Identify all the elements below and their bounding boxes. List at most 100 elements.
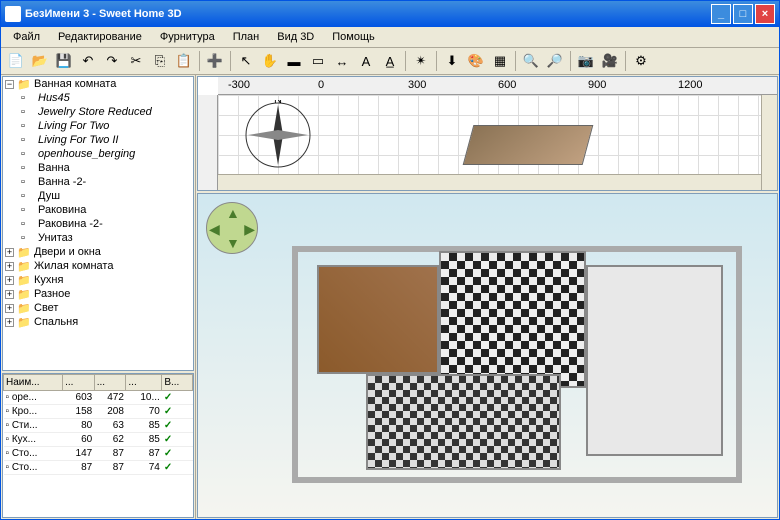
room-bedroom[interactable]: [317, 265, 439, 374]
tree-item[interactable]: ▫Living For Two II: [19, 133, 193, 147]
paste-icon[interactable]: 📋: [173, 50, 195, 72]
save-icon[interactable]: 💾: [53, 50, 75, 72]
tree-category-label[interactable]: Свет: [34, 302, 58, 314]
menu-план[interactable]: План: [225, 29, 268, 45]
plan-view[interactable]: -30003006009001200 N: [197, 76, 778, 191]
room-bath[interactable]: [366, 374, 562, 470]
menu-вид 3d[interactable]: Вид 3D: [269, 29, 322, 45]
table-row[interactable]: ▫ Сто...1478787✓: [4, 447, 193, 461]
tree-item-label[interactable]: openhouse_berging: [38, 148, 135, 160]
tree-category[interactable]: +📁Двери и окна: [3, 245, 193, 259]
zoom-in-icon[interactable]: 🔍: [520, 50, 542, 72]
tree-category[interactable]: +📁Разное: [3, 287, 193, 301]
tree-category[interactable]: +📁Жилая комната: [3, 259, 193, 273]
pan-icon[interactable]: ✋: [259, 50, 281, 72]
expand-icon[interactable]: +: [5, 304, 14, 313]
tree-item-label[interactable]: Living For Two: [38, 120, 109, 132]
floor-3d-render[interactable]: [268, 224, 757, 497]
column-header[interactable]: ...: [126, 375, 162, 391]
tree-item-label[interactable]: Hus45: [38, 92, 70, 104]
menu-фурнитура[interactable]: Фурнитура: [152, 29, 223, 45]
new-icon[interactable]: 📄: [5, 50, 27, 72]
maximize-button[interactable]: □: [733, 4, 753, 24]
tree-item[interactable]: ▫Ванна -2-: [19, 175, 193, 189]
table-row[interactable]: ▫ Кух...606285✓: [4, 433, 193, 447]
tree-category-label[interactable]: Жилая комната: [34, 260, 113, 272]
tree-category-label[interactable]: Разное: [34, 288, 70, 300]
tree-item-label[interactable]: Ванна -2-: [38, 176, 86, 188]
cell-visible[interactable]: ✓: [162, 419, 193, 433]
tree-item-label[interactable]: Jewelry Store Reduced: [38, 106, 152, 118]
table-row[interactable]: ▫ Сти...806385✓: [4, 419, 193, 433]
tree-category-label[interactable]: Спальня: [34, 316, 78, 328]
zoom-out-icon[interactable]: 🔎: [544, 50, 566, 72]
menu-помощь[interactable]: Помощь: [324, 29, 383, 45]
tree-item-label[interactable]: Ванна: [38, 162, 70, 174]
furniture-tree[interactable]: −📁Ванная комната▫Hus45▫Jewelry Store Red…: [2, 76, 194, 371]
view-3d[interactable]: ▲ ▼ ◀ ▶: [197, 193, 778, 518]
column-header[interactable]: ...: [94, 375, 126, 391]
collapse-icon[interactable]: −: [5, 80, 14, 89]
tree-item-label[interactable]: Унитаз: [38, 232, 73, 244]
undo-icon[interactable]: ↶: [77, 50, 99, 72]
copy-icon[interactable]: ⎘: [149, 50, 171, 72]
column-header[interactable]: Наим...: [4, 375, 63, 391]
table-row[interactable]: ▫ Кро...15820870✓: [4, 405, 193, 419]
redo-icon[interactable]: ↷: [101, 50, 123, 72]
tree-root[interactable]: −📁Ванная комната: [3, 77, 193, 91]
plan-model-preview[interactable]: [463, 125, 594, 165]
nav-up-icon[interactable]: ▲: [226, 205, 240, 221]
tree-item[interactable]: ▫Душ: [19, 189, 193, 203]
tree-item-label[interactable]: Душ: [38, 190, 60, 202]
tree-category[interactable]: +📁Кухня: [3, 273, 193, 287]
cell-visible[interactable]: ✓: [162, 461, 193, 475]
tree-item[interactable]: ▫Раковина -2-: [19, 217, 193, 231]
table-row[interactable]: ▫ ope...60347210...✓: [4, 391, 193, 405]
tree-item[interactable]: ▫Унитаз: [19, 231, 193, 245]
room-living[interactable]: [586, 265, 723, 456]
tree-item-label[interactable]: Living For Two II: [38, 134, 119, 146]
tree-item[interactable]: ▫Раковина: [19, 203, 193, 217]
expand-icon[interactable]: +: [5, 290, 14, 299]
table-row[interactable]: ▫ Сто...878774✓: [4, 461, 193, 475]
wall-icon[interactable]: ▬: [283, 50, 305, 72]
tree-item-label[interactable]: Раковина: [38, 204, 86, 216]
close-button[interactable]: ×: [755, 4, 775, 24]
text-icon[interactable]: A: [355, 50, 377, 72]
minimize-button[interactable]: _: [711, 4, 731, 24]
nav-right-icon[interactable]: ▶: [244, 221, 255, 238]
expand-icon[interactable]: +: [5, 248, 14, 257]
nav-down-icon[interactable]: ▼: [226, 235, 240, 251]
tree-item-label[interactable]: Раковина -2-: [38, 218, 103, 230]
open-icon[interactable]: 📂: [29, 50, 51, 72]
cell-visible[interactable]: ✓: [162, 405, 193, 419]
color-icon[interactable]: 🎨: [465, 50, 487, 72]
label-icon[interactable]: A̲: [379, 50, 401, 72]
room-kitchen[interactable]: [439, 251, 586, 388]
tree-root-label[interactable]: Ванная комната: [34, 78, 116, 90]
import-icon[interactable]: ⬇: [441, 50, 463, 72]
tree-item[interactable]: ▫openhouse_berging: [19, 147, 193, 161]
tree-category-label[interactable]: Кухня: [34, 274, 63, 286]
expand-icon[interactable]: +: [5, 262, 14, 271]
titlebar[interactable]: БезИмени 3 - Sweet Home 3D _ □ ×: [1, 1, 779, 27]
menu-редактирование[interactable]: Редактирование: [50, 29, 150, 45]
tree-item[interactable]: ▫Jewelry Store Reduced: [19, 105, 193, 119]
add-furniture-icon[interactable]: ➕: [204, 50, 226, 72]
nav-control[interactable]: ▲ ▼ ◀ ▶: [206, 202, 258, 254]
prefs-icon[interactable]: ⚙: [630, 50, 652, 72]
tree-category-label[interactable]: Двери и окна: [34, 246, 101, 258]
plan-scrollbar-vertical[interactable]: [761, 95, 777, 190]
tree-category[interactable]: +📁Свет: [3, 301, 193, 315]
tree-item[interactable]: ▫Hus45: [19, 91, 193, 105]
tree-category[interactable]: +📁Спальня: [3, 315, 193, 329]
cell-visible[interactable]: ✓: [162, 391, 193, 405]
menu-файл[interactable]: Файл: [5, 29, 48, 45]
compass-icon[interactable]: N: [243, 100, 313, 170]
cut-icon[interactable]: ✂: [125, 50, 147, 72]
texture-icon[interactable]: ▦: [489, 50, 511, 72]
compass-icon[interactable]: ✴: [410, 50, 432, 72]
photo-icon[interactable]: 📷: [575, 50, 597, 72]
select-icon[interactable]: ↖: [235, 50, 257, 72]
furniture-table[interactable]: Наим............В... ▫ ope...60347210...…: [2, 373, 194, 518]
